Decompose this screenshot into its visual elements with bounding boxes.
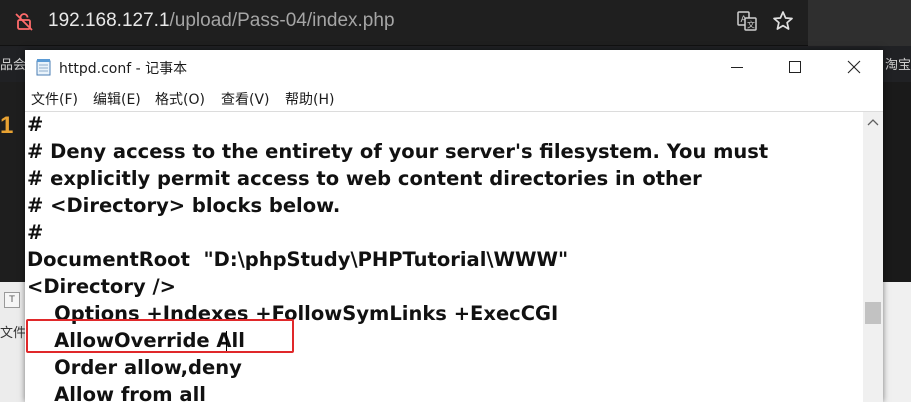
code-line: DocumentRoot "D:\phpStudy\PHPTutorial\WW… xyxy=(27,248,569,271)
menu-bar: 文件(F) 编辑(E) 格式(O) 查看(V) 帮助(H) xyxy=(25,85,883,111)
vertical-scrollbar[interactable] xyxy=(863,112,883,402)
background-file-label: 文件 xyxy=(0,326,27,341)
code-line: Order allow,deny xyxy=(27,356,242,379)
text-editor[interactable]: # # Deny access to the entirety of your … xyxy=(25,112,863,402)
background-page-right-panel xyxy=(882,282,911,402)
code-line: # xyxy=(27,113,44,136)
address-bar[interactable]: 192.168.127.1/upload/Pass-04/index.php A… xyxy=(0,0,808,42)
code-line: # Deny access to the entirety of your se… xyxy=(27,140,769,163)
maximize-button[interactable] xyxy=(766,50,824,85)
code-line: # xyxy=(27,221,44,244)
notepad-window: httpd.conf - 记事本 文件(F) 编辑(E) 格式(O) 查看(V)… xyxy=(25,50,883,402)
menu-edit[interactable]: 编辑(E) xyxy=(93,89,141,109)
menu-file[interactable]: 文件(F) xyxy=(31,89,78,109)
code-line: <Directory /> xyxy=(27,275,176,298)
notepad-titlebar[interactable]: httpd.conf - 记事本 xyxy=(25,50,883,85)
scrollbar-thumb[interactable] xyxy=(865,302,881,324)
url-text[interactable]: 192.168.127.1/upload/Pass-04/index.php xyxy=(48,10,395,32)
code-line: Allow from all xyxy=(27,383,206,402)
bookmark-item-left[interactable]: 品会 xyxy=(0,54,26,73)
url-path: /upload/Pass-04/index.php xyxy=(169,10,395,31)
menu-view[interactable]: 查看(V) xyxy=(221,89,270,109)
menu-help[interactable]: 帮助(H) xyxy=(285,89,334,109)
bookmark-item-right[interactable]: 淘宝 xyxy=(885,54,911,73)
maximize-icon xyxy=(789,61,801,73)
translate-icon[interactable]: A 文 xyxy=(736,10,758,32)
url-host: 192.168.127.1 xyxy=(48,10,170,31)
notepad-icon xyxy=(36,59,51,76)
minimize-button[interactable] xyxy=(708,50,766,85)
browser-toolbar-right xyxy=(808,0,911,46)
code-line: # explicitly permit access to web conten… xyxy=(27,167,702,190)
text-format-icon: T xyxy=(4,292,20,308)
not-secure-icon[interactable] xyxy=(14,12,34,32)
close-button[interactable] xyxy=(825,50,883,85)
code-line: # <Directory> blocks below. xyxy=(27,194,341,217)
minimize-icon xyxy=(731,67,743,68)
bookmark-star-icon[interactable] xyxy=(771,9,795,33)
close-icon xyxy=(847,60,861,74)
window-title: httpd.conf - 记事本 xyxy=(59,61,188,77)
background-logo-fragment: 1 xyxy=(0,112,14,139)
scroll-up-arrow-icon[interactable] xyxy=(866,116,880,128)
red-highlight-box xyxy=(26,319,294,353)
svg-text:文: 文 xyxy=(747,20,755,30)
menu-format[interactable]: 格式(O) xyxy=(155,89,205,109)
browser-toolbar: 192.168.127.1/upload/Pass-04/index.php A… xyxy=(0,0,911,46)
